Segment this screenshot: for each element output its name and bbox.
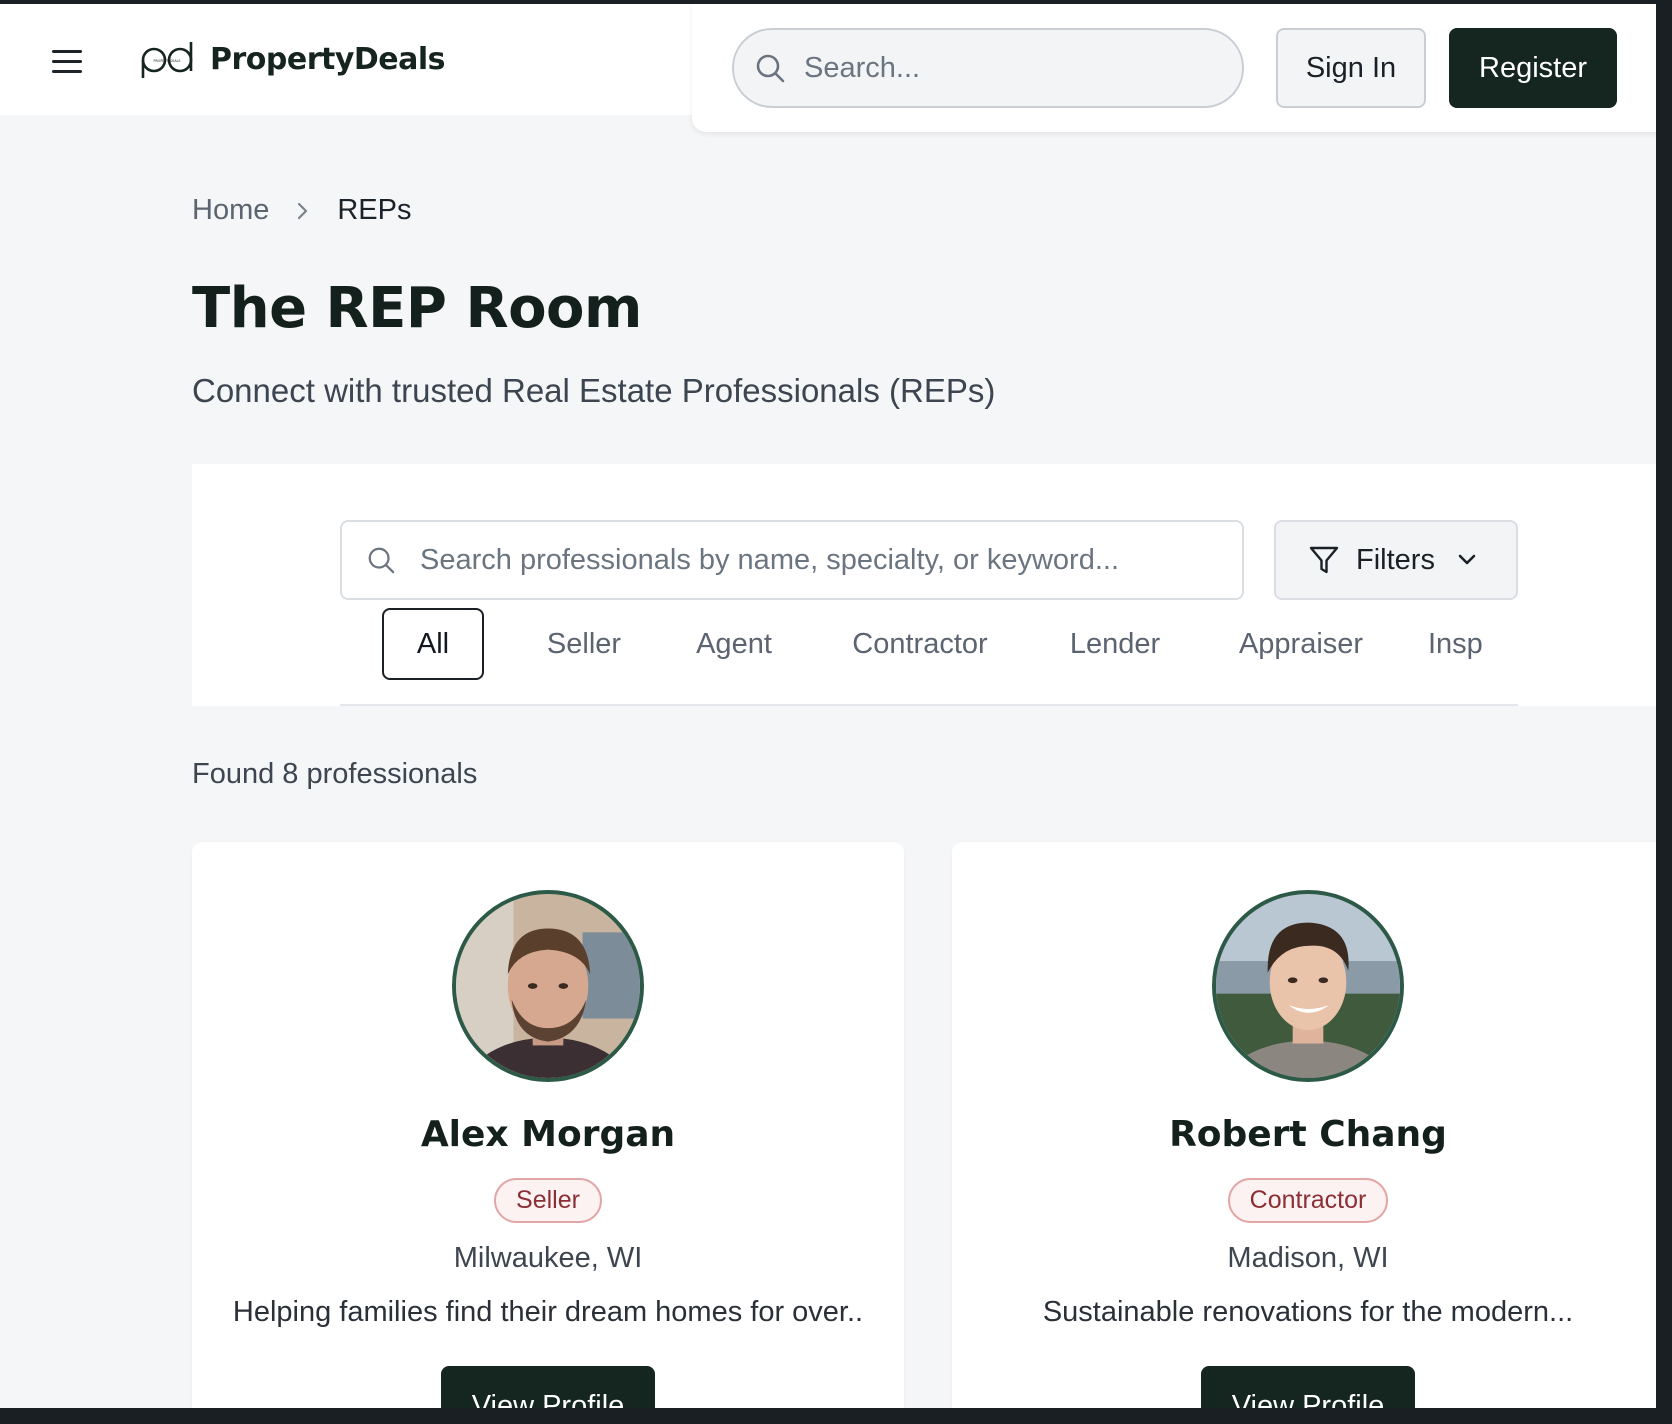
logo-icon: PROPERTYDEALS [141,42,193,78]
tab-lender[interactable]: Lender [1050,608,1180,680]
view-profile-button[interactable]: View Profile [441,1366,655,1408]
tab-inspector[interactable]: Insp [1428,608,1518,680]
tab-all[interactable]: All [382,608,484,680]
search-icon [368,547,395,574]
header-brand-bar: PROPERTYDEALS PropertyDeals [0,4,692,115]
avatar [452,890,644,1082]
tab-seller[interactable]: Seller [524,608,644,680]
role-badge-wrap: Contractor [952,1178,1656,1223]
professional-name: Robert Chang [1169,1114,1447,1155]
global-search[interactable] [732,28,1244,108]
results-count: Found 8 professionals [192,758,478,790]
role-badge: Seller [494,1178,602,1223]
professional-card: Robert Chang Contractor Madison, WI Sust… [952,842,1656,1408]
chevron-down-icon [1458,554,1476,565]
role-badge-wrap: Seller [192,1178,904,1223]
page-subtitle: Connect with trusted Real Estate Profess… [192,372,996,409]
professional-card: Alex Morgan Seller Milwaukee, WI Helping… [192,842,904,1408]
professional-description: Sustainable renovations for the modern..… [1042,1296,1574,1328]
brand-name: PropertyDeals [210,41,446,77]
svg-text:PROPERTYDEALS: PROPERTYDEALS [154,59,181,63]
tab-agent[interactable]: Agent [674,608,794,680]
view-profile-button[interactable]: View Profile [1201,1366,1415,1408]
avatar-photo [1216,894,1400,1078]
filter-panel: Filters All Seller Agent Contractor Lend… [192,464,1656,706]
page-viewport: PROPERTYDEALS PropertyDeals Sign In Regi… [0,4,1656,1408]
avatar-photo [456,894,640,1078]
logo[interactable]: PROPERTYDEALS PropertyDeals [140,38,446,80]
breadcrumb-current: REPs [337,194,412,226]
filter-icon [1309,546,1339,574]
professional-search[interactable] [340,520,1244,600]
sign-in-button[interactable]: Sign In [1276,28,1426,108]
register-button[interactable]: Register [1449,28,1617,108]
page-title: The REP Room [192,276,642,341]
professional-description: Helping families find their dream homes … [232,1296,864,1328]
menu-icon[interactable] [52,48,84,76]
role-tabs: All Seller Agent Contractor Lender Appra… [340,604,1518,706]
global-search-input[interactable] [804,51,1204,85]
filters-button[interactable]: Filters [1274,520,1518,600]
role-badge: Contractor [1227,1178,1389,1223]
tab-appraiser[interactable]: Appraiser [1218,608,1384,680]
professional-search-input[interactable] [420,543,1240,577]
search-icon [756,54,785,83]
breadcrumb-home[interactable]: Home [192,194,269,227]
header-actions-bar: Sign In Register [692,4,1656,132]
professional-location: Milwaukee, WI [453,1242,643,1274]
professional-name: Alex Morgan [420,1114,676,1155]
tab-contractor[interactable]: Contractor [830,608,1010,680]
filters-label: Filters [1356,543,1435,576]
avatar [1212,890,1404,1082]
professional-location: Madison, WI [1227,1242,1389,1274]
breadcrumb: Home REPs [192,194,412,227]
chevron-right-icon [298,202,308,219]
